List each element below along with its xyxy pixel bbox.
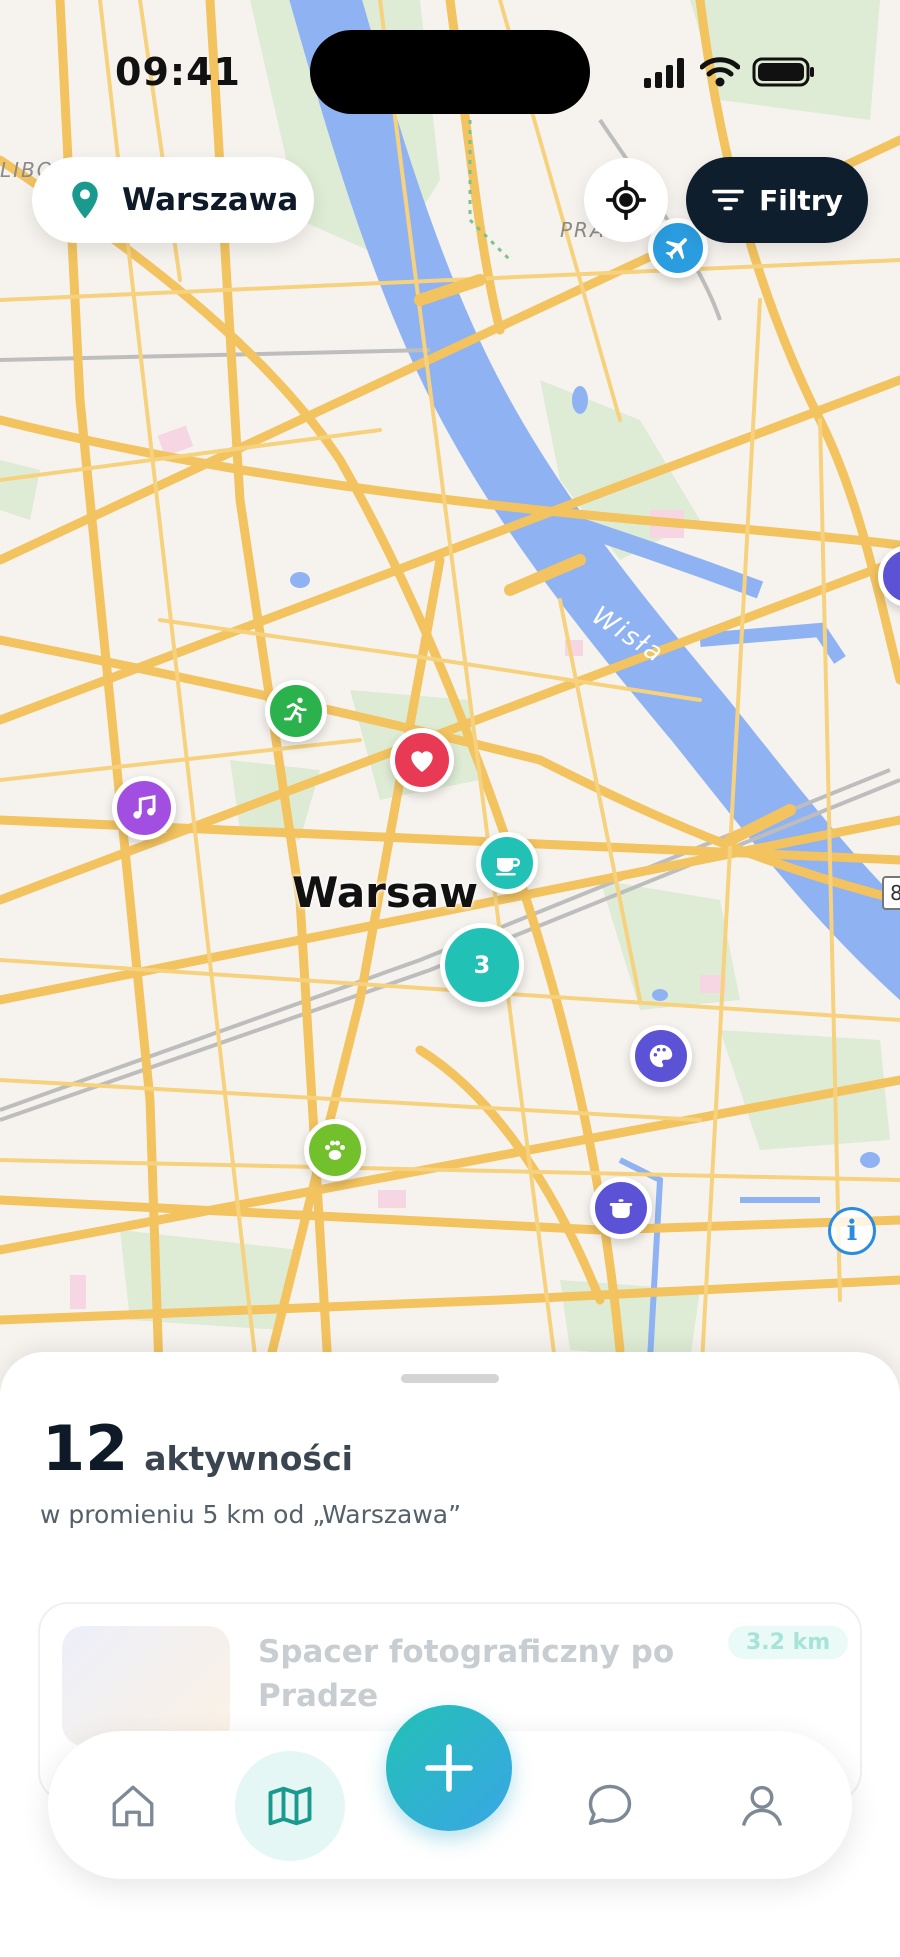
airplane-icon bbox=[665, 238, 687, 260]
add-activity-button[interactable] bbox=[386, 1705, 512, 1831]
activity-pin-art[interactable] bbox=[630, 1025, 692, 1087]
cooking-pot-icon bbox=[609, 1199, 633, 1218]
status-time: 09:41 bbox=[115, 50, 241, 94]
dynamic-island bbox=[310, 30, 590, 114]
wifi-icon bbox=[700, 57, 740, 87]
nav-profile[interactable] bbox=[707, 1751, 817, 1861]
map-edge-label-right: 8 bbox=[882, 876, 900, 910]
chat-icon bbox=[588, 1784, 632, 1826]
profile-icon bbox=[741, 1785, 783, 1826]
home-icon bbox=[112, 1785, 154, 1827]
results-subtitle: w promieniu 5 km od „Warszawa” bbox=[40, 1500, 462, 1529]
activity-pin-sport[interactable] bbox=[265, 680, 327, 742]
plus-icon bbox=[425, 1744, 473, 1792]
filter-label: Filtry bbox=[759, 183, 843, 217]
results-count-row: 12 aktywności bbox=[42, 1412, 353, 1485]
city-label: Warsaw bbox=[292, 868, 479, 917]
filter-icon bbox=[712, 189, 744, 211]
status-icons bbox=[640, 52, 820, 92]
locate-me-button[interactable] bbox=[584, 158, 668, 242]
battery-icon bbox=[752, 57, 814, 87]
location-label: Warszawa bbox=[122, 182, 299, 218]
status-bar: 09:41 bbox=[0, 0, 900, 150]
map-info-button[interactable]: i bbox=[828, 1207, 876, 1255]
paw-icon bbox=[325, 1140, 345, 1160]
running-icon bbox=[284, 697, 307, 723]
activity-card-thumbnail bbox=[62, 1626, 230, 1746]
results-count: 12 bbox=[42, 1412, 129, 1485]
activity-pin-health[interactable] bbox=[390, 728, 454, 792]
music-icon bbox=[133, 794, 156, 819]
activity-pin-music[interactable] bbox=[112, 776, 176, 840]
palette-icon bbox=[649, 1044, 673, 1068]
coffee-icon bbox=[495, 858, 521, 876]
nav-messages[interactable] bbox=[555, 1751, 665, 1861]
activity-cluster-pin[interactable]: 3 bbox=[440, 923, 524, 1007]
map-icon bbox=[268, 1786, 312, 1826]
heart-icon bbox=[411, 751, 433, 772]
sheet-drag-handle[interactable] bbox=[401, 1374, 499, 1383]
results-count-label: aktywności bbox=[144, 1439, 353, 1478]
activity-pin-cafe[interactable] bbox=[476, 832, 538, 894]
location-chip[interactable]: Warszawa bbox=[32, 157, 314, 243]
filter-button[interactable]: Filtry bbox=[686, 157, 868, 243]
nav-home[interactable] bbox=[78, 1751, 188, 1861]
activity-card-distance: 3.2 km bbox=[728, 1626, 849, 1659]
location-pin-icon bbox=[72, 181, 98, 219]
cluster-count: 3 bbox=[473, 951, 491, 979]
activity-card-title: Spacer fotograficzny po Pradze bbox=[258, 1634, 675, 1714]
signal-icon bbox=[644, 58, 684, 88]
crosshair-icon bbox=[606, 180, 646, 220]
activity-pin-cooking[interactable] bbox=[590, 1177, 652, 1239]
activity-pin-pets[interactable] bbox=[304, 1119, 366, 1181]
nav-map[interactable] bbox=[235, 1751, 345, 1861]
